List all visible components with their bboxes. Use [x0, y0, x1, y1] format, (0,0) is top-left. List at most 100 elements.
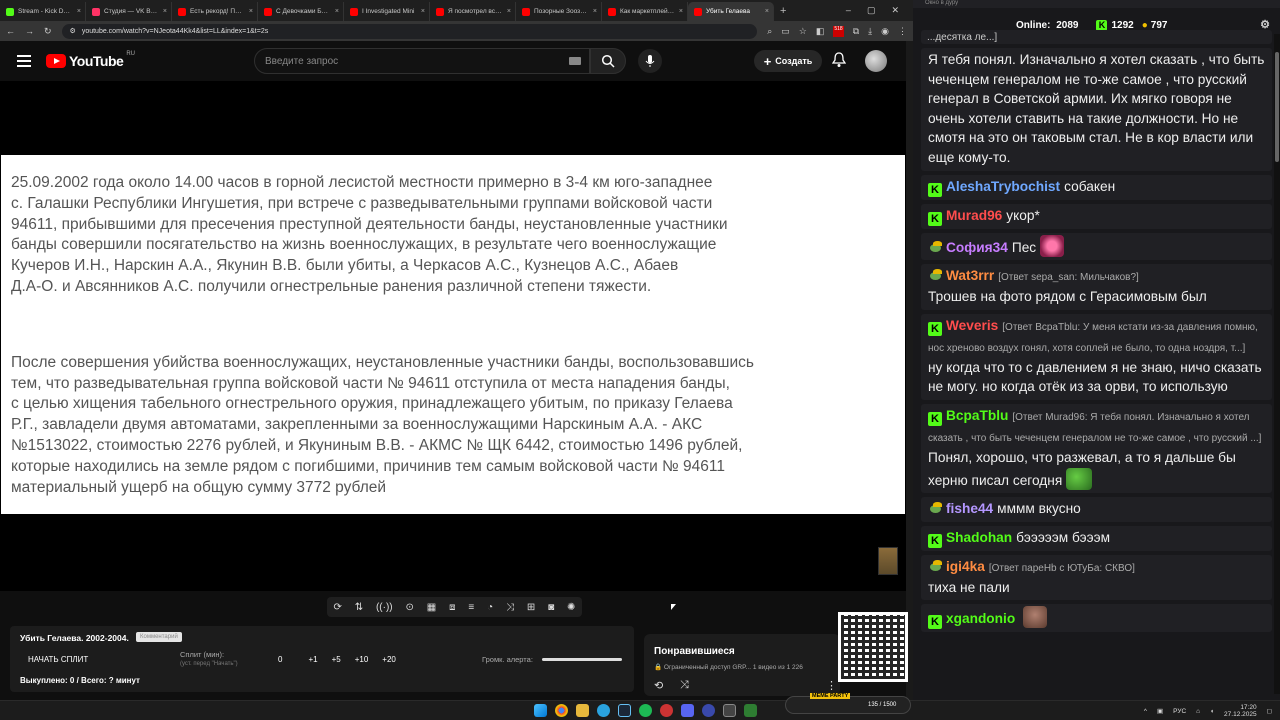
tray-app-icon[interactable]: ▣ [1157, 707, 1163, 715]
obs-icon[interactable] [723, 704, 736, 717]
profile-icon[interactable]: ◉ [881, 26, 889, 37]
downloads-icon[interactable]: ⤓ [868, 26, 872, 37]
add-20-button[interactable]: +20 [382, 655, 396, 664]
tab-close-icon[interactable]: × [507, 8, 511, 15]
playlist-title[interactable]: Понравившиеся [654, 646, 735, 657]
chat-username[interactable]: Shadohan [946, 530, 1012, 545]
browser-tab[interactable]: Я посмотрел все с × [430, 2, 516, 21]
browser-tab[interactable]: I Investigated Mini × [344, 2, 430, 21]
reload-icon[interactable]: ↻ [44, 26, 52, 37]
chat-reply-quote[interactable]: [Ответ пареНb с ЮТуБа: СКВО] [989, 563, 1135, 574]
chrome-icon[interactable] [555, 704, 568, 717]
browser-tab[interactable]: Как маркетплейсы × [602, 2, 688, 21]
screenshot-icon[interactable]: ⊙ [406, 602, 414, 613]
tray-chevron-icon[interactable]: ^ [1144, 708, 1147, 715]
site-info-icon[interactable]: ⚙ [70, 27, 76, 35]
telegram-icon[interactable] [597, 704, 610, 717]
browser-tab[interactable]: Позорные Зоозащ × [516, 2, 602, 21]
notifications-bell-icon[interactable] [832, 52, 846, 68]
voice-search-button[interactable] [638, 49, 662, 73]
tab-close-icon[interactable]: × [163, 8, 167, 15]
browser-tab[interactable]: Есть рекорд! Перв × [172, 2, 258, 21]
chat-username[interactable]: AleshaTrybochist [946, 179, 1060, 194]
app-icon[interactable] [702, 704, 715, 717]
app-icon[interactable] [660, 704, 673, 717]
chat-username[interactable]: Weveris [946, 318, 998, 333]
loop-icon[interactable]: ⟳ [333, 602, 341, 613]
browser-tab[interactable]: Stream - Kick Dash × [0, 2, 86, 21]
create-button[interactable]: + Создать [754, 50, 822, 72]
tab-close-icon[interactable]: × [249, 8, 253, 15]
folder-icon[interactable] [576, 704, 589, 717]
video-thumbnail-mini[interactable] [878, 547, 898, 575]
chat-username[interactable]: xgandonio [946, 611, 1015, 626]
chat-username[interactable]: fishe44 [946, 501, 993, 516]
youtube-logo[interactable]: YouTube RU [46, 51, 135, 69]
add-10-button[interactable]: +10 [355, 655, 369, 664]
browser-tab[interactable]: Убить Гелаева × [688, 2, 774, 21]
close-icon[interactable]: ✕ [891, 5, 899, 16]
chat-username[interactable]: igi4ka [946, 559, 985, 574]
settings-gear-icon[interactable]: ✺ [567, 602, 575, 613]
language-indicator[interactable]: РУС [1173, 708, 1186, 715]
minimize-icon[interactable]: – [846, 5, 851, 16]
new-tab-button[interactable]: + [780, 5, 786, 17]
chat-username[interactable]: Wat3rrr [946, 268, 994, 283]
menu-icon[interactable] [17, 55, 31, 67]
chat-username[interactable]: Murad96 [946, 208, 1002, 223]
loop-icon[interactable]: ⟲ [654, 679, 663, 692]
tab-close-icon[interactable]: × [765, 8, 769, 15]
start-icon[interactable] [534, 704, 547, 717]
browser-tab[interactable]: С Девочками Болт × [258, 2, 344, 21]
add-1-button[interactable]: +1 [308, 655, 317, 664]
video-player[interactable]: 25.09.2002 года около 14.00 часов в горн… [0, 81, 906, 591]
search-button[interactable] [590, 48, 626, 74]
steam-icon[interactable] [618, 704, 631, 717]
tab-close-icon[interactable]: × [335, 8, 339, 15]
audio-icon[interactable]: ((·)) [376, 602, 393, 613]
extensions-icon[interactable]: ⧉ [853, 26, 859, 37]
page-scrollbar[interactable] [906, 41, 913, 700]
network-icon[interactable]: ⌂ [1196, 708, 1200, 715]
avatar[interactable] [865, 50, 887, 72]
add-icon[interactable]: ⊞ [527, 602, 535, 613]
pip-icon[interactable]: ⧈ [449, 602, 455, 613]
comment-badge[interactable]: Комментарий [136, 632, 182, 642]
calendar-icon[interactable]: ▦ [427, 602, 436, 613]
discord-icon[interactable] [681, 704, 694, 717]
sort-icon[interactable]: ⇅ [355, 602, 363, 613]
chat-reply-quote[interactable]: [Ответ sepa_san: Мильчаков?] [998, 272, 1139, 283]
extension-icon[interactable]: ◧ [816, 26, 825, 37]
tab-close-icon[interactable]: × [679, 8, 683, 15]
tab-close-icon[interactable]: × [593, 8, 597, 15]
speed-icon[interactable]: ◔ [487, 602, 493, 613]
chat-scrollbar[interactable] [1274, 34, 1280, 694]
add-5-button[interactable]: +5 [332, 655, 341, 664]
url-field[interactable]: ⚙ youtube.com/watch?v=NJeota44Kk4&list=L… [61, 23, 758, 39]
shuffle-icon[interactable]: ⤨ [506, 602, 514, 613]
keyboard-icon[interactable] [569, 57, 581, 65]
shuffle-icon[interactable]: ⤨ [680, 679, 689, 692]
search-icon[interactable]: ⌕ [767, 26, 772, 37]
start-split-button[interactable]: НАЧАТЬ СПЛИТ [28, 655, 88, 664]
spotify-icon[interactable] [639, 704, 652, 717]
menu-icon[interactable]: ⋮ [898, 26, 907, 37]
camera-icon[interactable]: ◙ [548, 602, 554, 613]
captions-icon[interactable]: ≡ [468, 602, 474, 613]
cast-icon[interactable]: ▭ [781, 26, 790, 37]
tab-close-icon[interactable]: × [421, 8, 425, 15]
volume-icon[interactable]: ◖ [1210, 708, 1214, 715]
browser-tab[interactable]: Студия — VK Видео × [86, 2, 172, 21]
tab-close-icon[interactable]: × [77, 8, 81, 15]
chat-username[interactable]: ВсраТblu [946, 408, 1008, 423]
search-input[interactable]: Введите запрос [254, 48, 590, 74]
back-icon[interactable]: ← [6, 26, 15, 36]
clock[interactable]: 17:20 27.12.2025 [1224, 704, 1257, 718]
app-icon[interactable] [744, 704, 757, 717]
forward-icon[interactable]: → [25, 26, 34, 36]
bookmark-star-icon[interactable]: ☆ [799, 26, 807, 37]
notifications-icon[interactable]: ◻ [1267, 707, 1272, 715]
alert-volume-slider[interactable] [542, 658, 622, 661]
maximize-icon[interactable]: ▢ [867, 5, 876, 16]
more-icon[interactable]: ⋮ [826, 679, 837, 692]
